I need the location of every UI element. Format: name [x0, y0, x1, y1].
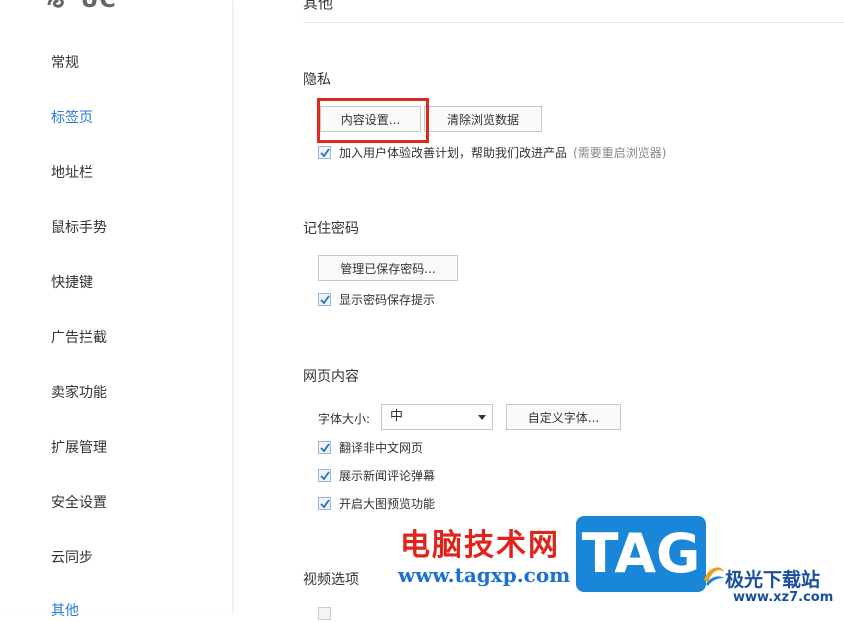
dropdown-arrow-icon — [478, 415, 486, 420]
checkmark-icon — [320, 295, 330, 305]
sidebar-item-seller[interactable]: 卖家功能 — [51, 382, 107, 402]
checkmark-icon — [320, 471, 330, 481]
checkmark-icon — [320, 148, 330, 158]
manage-passwords-button[interactable]: 管理已保存密码... — [318, 255, 458, 281]
passwords-section-title: 记住密码 — [303, 221, 359, 237]
news-comments-label: 展示新闻评论弹幕 — [339, 469, 436, 483]
font-size-select[interactable]: 中 — [381, 404, 493, 430]
clear-browsing-data-button[interactable]: 清除浏览数据 — [424, 106, 542, 132]
sidebar-item-other[interactable]: 其他 — [51, 600, 79, 620]
checkmark-icon — [320, 443, 330, 453]
video-section-title: 视频选项 — [303, 572, 359, 588]
image-preview-checkbox[interactable] — [318, 497, 331, 510]
watermark-url: www.tagxp.com — [398, 563, 571, 587]
watermark-cn-text: 电脑技术网 — [400, 528, 560, 563]
sidebar-item-address-bar[interactable]: 地址栏 — [51, 162, 93, 182]
uc-logo: UC — [46, 0, 117, 13]
improve-plan-label: 加入用户体验改善计划，帮助我们改进产品 — [339, 146, 568, 160]
sidebar-item-extensions[interactable]: 扩展管理 — [51, 437, 107, 457]
news-comments-checkbox[interactable] — [318, 469, 331, 482]
improve-plan-note: (需要重启浏览器) — [573, 146, 667, 160]
title-divider — [303, 22, 844, 23]
show-password-prompt-label: 显示密码保存提示 — [339, 293, 436, 307]
custom-font-button[interactable]: 自定义字体... — [506, 404, 621, 430]
sidebar-item-security[interactable]: 安全设置 — [51, 492, 107, 512]
font-size-value: 中 — [390, 409, 404, 424]
sidebar-item-ad-block[interactable]: 广告拦截 — [51, 327, 107, 347]
privacy-section-title: 隐私 — [303, 72, 331, 88]
watermark-tag-logo: TAG — [576, 516, 706, 592]
image-preview-option[interactable]: 开启大图预览功能 — [318, 496, 435, 512]
improve-plan-option[interactable]: 加入用户体验改善计划，帮助我们改进产品 (需要重启浏览器) — [318, 145, 666, 161]
sidebar: UC 常规 标签页 地址栏 鼠标手势 快捷键 广告拦截 卖家功能 扩展管理 安全… — [0, 0, 233, 619]
highlight-annotation — [317, 98, 429, 143]
sidebar-item-tabs[interactable]: 标签页 — [51, 107, 93, 127]
sidebar-item-mouse-gestures[interactable]: 鼠标手势 — [51, 217, 107, 237]
image-preview-label: 开启大图预览功能 — [339, 497, 436, 511]
font-size-label: 字体大小: — [318, 412, 371, 426]
news-comments-option[interactable]: 展示新闻评论弹幕 — [318, 468, 435, 484]
page-title: 其他 — [303, 0, 334, 12]
sidebar-item-shortcuts[interactable]: 快捷键 — [51, 272, 93, 292]
web-content-section-title: 网页内容 — [303, 369, 359, 385]
show-password-prompt-option[interactable]: 显示密码保存提示 — [318, 292, 435, 308]
translate-label: 翻译非中文网页 — [339, 441, 424, 455]
watermark-swirl-icon — [704, 567, 724, 586]
checkmark-icon — [320, 499, 330, 509]
translate-option[interactable]: 翻译非中文网页 — [318, 440, 423, 456]
watermark-site-url: www.xz7.com — [733, 590, 834, 605]
sidebar-item-general[interactable]: 常规 — [51, 52, 79, 72]
logo-text: UC — [80, 0, 117, 13]
video-option-checkbox[interactable] — [318, 607, 331, 620]
improve-plan-checkbox[interactable] — [318, 146, 331, 159]
translate-checkbox[interactable] — [318, 441, 331, 454]
uc-logo-icon — [47, 0, 64, 8]
watermark-site-name: 极光下载站 — [725, 569, 821, 591]
video-option-partial[interactable] — [318, 606, 339, 622]
show-password-prompt-checkbox[interactable] — [318, 293, 331, 306]
sidebar-item-cloud-sync[interactable]: 云同步 — [51, 547, 93, 567]
